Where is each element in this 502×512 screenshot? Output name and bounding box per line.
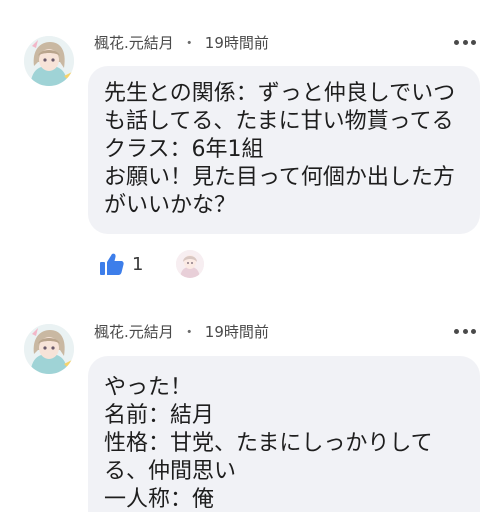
avatar[interactable] xyxy=(24,324,74,374)
comment-item: 楓花.元結月・ 19時間前 先生との関係：ずっと仲良しでいつ も話してる、たまに甘… xyxy=(0,0,502,290)
comment-line: 先生との関係：ずっと仲良しでいつ xyxy=(104,81,456,106)
comment-item: 楓花.元結月・ 19時間前 やった！ 名前：結月 性格：甘党、たまにしっかりして … xyxy=(0,290,502,512)
comment-text: やった！ 名前：結月 性格：甘党、たまにしっかりして る、仲間思い 一人称：俺 xyxy=(104,374,469,512)
comment-line: クラス：6年1組 xyxy=(104,137,264,162)
meta-separator: ・ xyxy=(181,323,197,341)
comment-time: 19時間前 xyxy=(204,323,269,341)
comment-line: 性格：甘党、たまにしっかりして xyxy=(104,431,433,456)
comment-bubble: 先生との関係：ずっと仲良しでいつ も話してる、たまに甘い物貰ってる クラス：6年… xyxy=(88,66,480,234)
comment-line: やった！ xyxy=(104,375,193,400)
more-horizontal-icon[interactable] xyxy=(454,37,476,47)
reactor-avatar[interactable] xyxy=(176,250,204,278)
comment-thread: 楓花.元結月・ 19時間前 先生との関係：ずっと仲良しでいつ も話してる、たまに甘… xyxy=(0,0,502,512)
comment-bubble: やった！ 名前：結月 性格：甘党、たまにしっかりして る、仲間思い 一人称：俺 xyxy=(88,356,480,512)
avatar[interactable] xyxy=(24,36,74,86)
comment-meta: 楓花.元結月・ 19時間前 xyxy=(94,321,269,341)
comment-line: 名前：結月 xyxy=(104,403,215,428)
meta-separator: ・ xyxy=(181,34,197,52)
comment-line: る、仲間思い xyxy=(104,459,237,484)
comment-line: も話してる、たまに甘い物貰ってる xyxy=(104,109,454,134)
author-name[interactable]: 楓花.元結月 xyxy=(94,34,174,52)
like-count[interactable]: 1 xyxy=(132,254,143,275)
more-horizontal-icon[interactable] xyxy=(454,326,476,336)
comment-line: がいいかな？ xyxy=(104,193,237,218)
thumbs-up-icon[interactable] xyxy=(100,253,124,275)
author-name[interactable]: 楓花.元結月 xyxy=(94,323,174,341)
comment-time: 19時間前 xyxy=(204,34,269,52)
comment-meta: 楓花.元結月・ 19時間前 xyxy=(94,32,269,52)
comment-line: 一人称：俺 xyxy=(104,487,215,512)
comment-line: お願い！見た目って何個か出した方 xyxy=(104,165,455,190)
comment-text: 先生との関係：ずっと仲良しでいつ も話してる、たまに甘い物貰ってる クラス：6年… xyxy=(104,80,469,220)
